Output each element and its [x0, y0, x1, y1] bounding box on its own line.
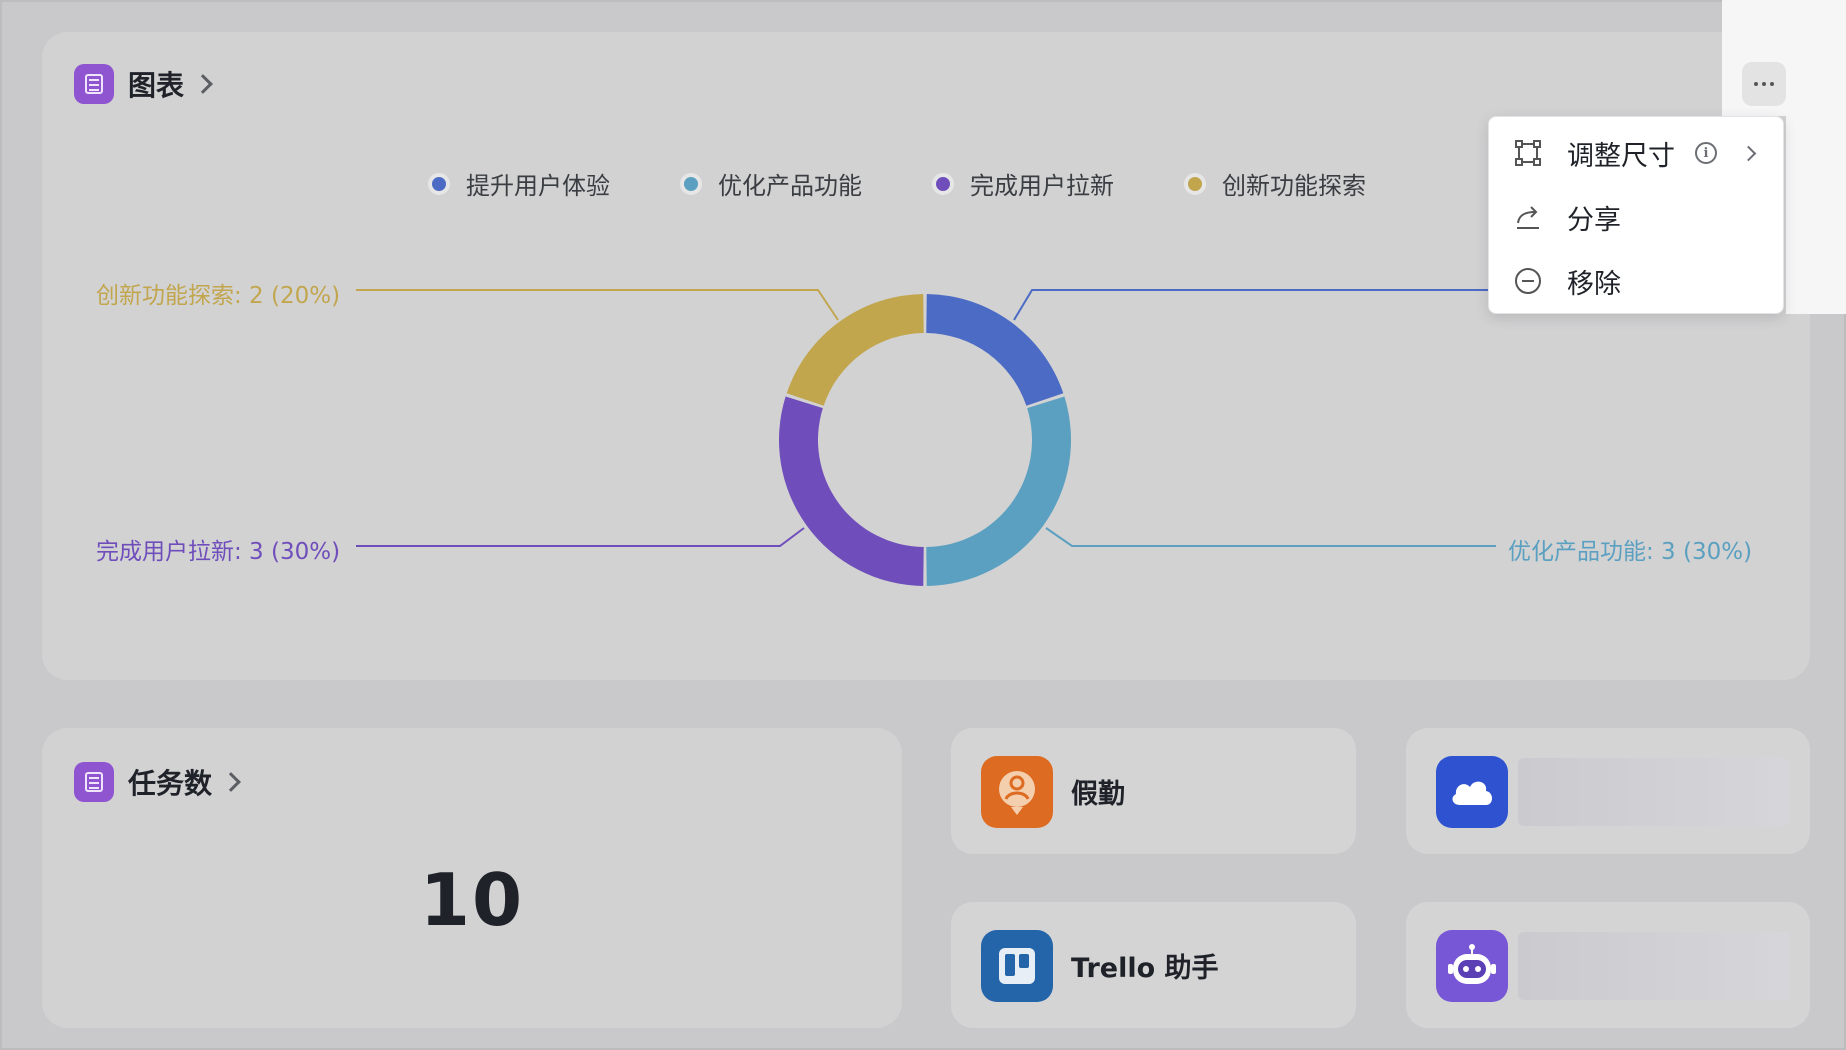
app-card-cloud[interactable] [1406, 728, 1810, 854]
tasks-card-title: 任务数 [128, 767, 213, 800]
trello-icon [981, 930, 1053, 1002]
donut-slice[interactable] [786, 294, 924, 406]
resize-icon [1515, 140, 1541, 166]
tasks-card-header[interactable]: 任务数 [74, 762, 241, 802]
callout-label: 完成用户拉新: 3 (30%) [96, 539, 341, 565]
leader-line [1013, 289, 1488, 321]
table-icon [74, 762, 114, 802]
context-menu: 调整尺寸 i 分享 移除 [1488, 116, 1784, 314]
menu-item-label: 移除 [1567, 268, 1621, 300]
tasks-card: 任务数 10 [42, 728, 902, 1028]
app-card-robot[interactable] [1406, 902, 1810, 1028]
leader-line [356, 527, 805, 547]
app-name: Trello 助手 [1071, 953, 1219, 984]
share-icon [1517, 206, 1539, 229]
donut-slice[interactable] [779, 396, 924, 586]
app-card-trello[interactable]: Trello 助手 [951, 902, 1356, 1028]
app-name-placeholder [1518, 758, 1790, 826]
menu-item-remove[interactable]: 移除 [1489, 251, 1785, 311]
menu-item-label: 调整尺寸 [1567, 140, 1675, 172]
leader-line [1045, 527, 1496, 547]
app-card-leave[interactable]: 假勤 [951, 728, 1356, 854]
app-name: 假勤 [1071, 779, 1125, 810]
chevron-right-icon [221, 772, 241, 792]
tasks-count: 10 [419, 858, 525, 942]
donut-slice[interactable] [926, 396, 1071, 586]
app-name-placeholder [1518, 932, 1790, 1000]
remove-icon [1515, 268, 1541, 294]
leader-line [356, 289, 839, 321]
leave-app-icon [981, 756, 1053, 828]
info-icon[interactable]: i [1695, 142, 1717, 164]
menu-item-share[interactable]: 分享 [1489, 187, 1785, 247]
menu-item-resize[interactable]: 调整尺寸 i [1489, 123, 1785, 183]
more-button[interactable] [1742, 62, 1786, 106]
callout-label: 创新功能探索: 2 (20%) [96, 283, 341, 309]
robot-icon [1436, 930, 1508, 1002]
donut-slice[interactable] [926, 294, 1064, 406]
menu-highlight [1786, 116, 1846, 314]
chevron-right-icon [1740, 145, 1757, 161]
cloud-icon [1436, 756, 1508, 828]
menu-item-label: 分享 [1567, 204, 1621, 236]
callout-label: 优化产品功能: 3 (30%) [1508, 539, 1753, 565]
